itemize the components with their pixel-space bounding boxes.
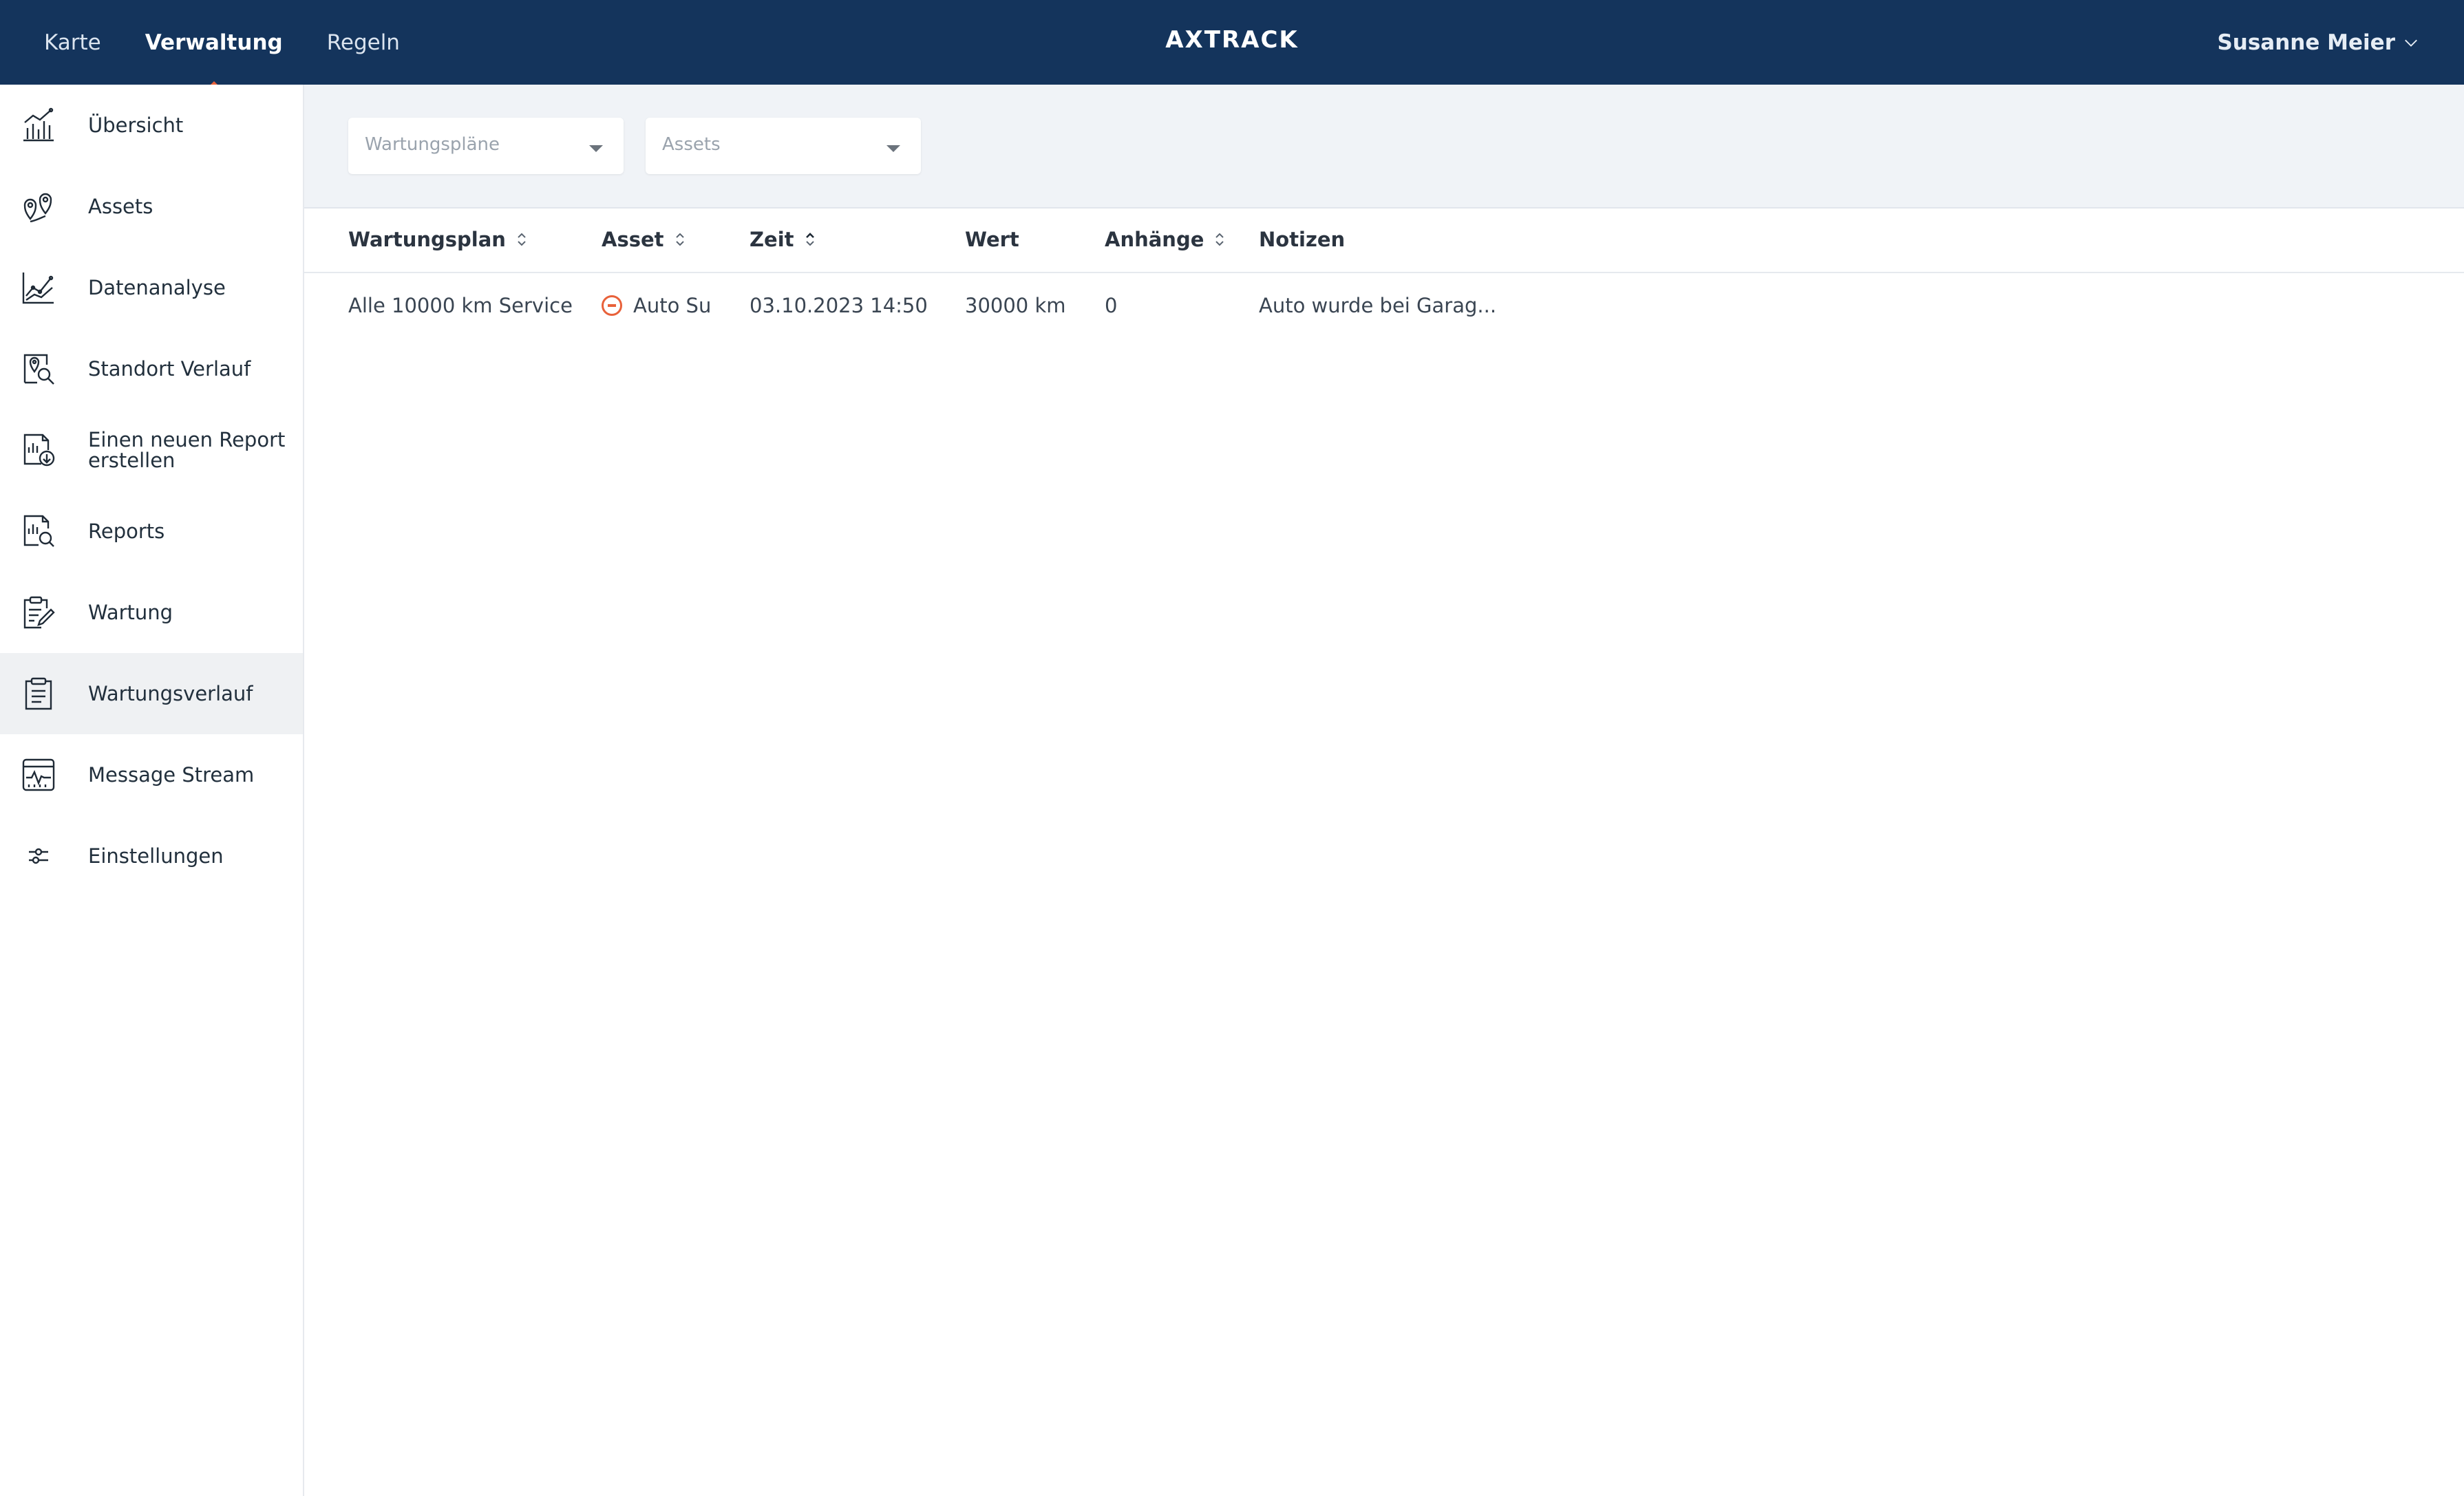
column-label: Asset [602, 228, 664, 251]
sidebar-item-wartungsverlauf[interactable]: Wartungsverlauf [0, 653, 303, 734]
cell-notes: Auto wurde bei Garag... [1259, 294, 1497, 317]
brand-suffix: TRACK [1204, 26, 1299, 54]
cell-attachments: 0 [1105, 294, 1118, 317]
nav-item-verwaltung[interactable]: Verwaltung [145, 30, 283, 55]
assets-placeholder: Assets [662, 134, 721, 155]
sidebar-item-label: Wartungsverlauf [88, 681, 253, 705]
column-header-zeit[interactable]: Zeit [750, 207, 816, 272]
clipboard-list-icon [25, 677, 52, 710]
sidebar-item-label: Standort Verlauf [88, 356, 251, 381]
cell-time: 03.10.2023 14:50 [750, 294, 928, 317]
caret-down-icon [589, 145, 603, 152]
assets-select[interactable]: Assets [646, 118, 921, 174]
nav-item-karte[interactable]: Karte [44, 30, 101, 55]
line-chart-icon [22, 273, 54, 304]
sidebar-item-uebersicht[interactable]: Übersicht [0, 85, 303, 166]
user-name: Susanne Meier [2217, 30, 2395, 55]
sidebar-item-label: Assets [88, 194, 153, 218]
report-download-icon [23, 434, 55, 467]
report-search-icon [23, 515, 54, 547]
cell-plan: Alle 10000 km Service [348, 294, 573, 317]
cell-value: 30000 km [965, 294, 1066, 317]
asset-name: Auto Su [633, 294, 712, 317]
sidebar-item-standort-verlauf[interactable]: Standort Verlauf [0, 328, 303, 409]
table-header: Wartungsplan Asset Zeit Wert Anhänge Not… [304, 207, 2464, 273]
sort-icon [1215, 233, 1224, 246]
nav-item-regeln[interactable]: Regeln [327, 30, 400, 55]
column-label: Notizen [1259, 228, 1346, 251]
sort-ascending-icon [805, 233, 814, 246]
sidebar-item-label: Message Stream [88, 762, 255, 787]
sliders-icon [29, 848, 48, 864]
sidebar-item-assets[interactable]: Assets [0, 166, 303, 247]
column-header-notizen: Notizen [1259, 207, 1345, 272]
sort-icon [675, 233, 684, 246]
sidebar: Übersicht Assets Datenanalyse Standort V… [0, 85, 304, 1496]
maintenance-plans-select[interactable]: Wartungspläne [348, 118, 624, 174]
sidebar-item-label: Datenanalyse [88, 275, 226, 299]
column-label: Wartungsplan [348, 228, 506, 251]
column-header-asset[interactable]: Asset [602, 207, 686, 272]
map-pins-icon [23, 193, 52, 223]
sidebar-item-einstellungen[interactable]: Einstellungen [0, 815, 303, 897]
cell-asset[interactable]: Auto Su [602, 273, 711, 338]
monitor-wave-icon [22, 758, 55, 791]
sidebar-item-reports[interactable]: Reports [0, 491, 303, 572]
caret-down-icon [886, 145, 900, 152]
column-header-wartungsplan[interactable]: Wartungsplan [348, 207, 528, 272]
user-menu[interactable]: Susanne Meier [2217, 0, 2419, 85]
sidebar-item-datenanalyse[interactable]: Datenanalyse [0, 247, 303, 328]
sidebar-item-label: Übersicht [88, 113, 184, 137]
main-nav: Karte Verwaltung Regeln [0, 0, 400, 85]
sidebar-item-label: Wartung [88, 600, 173, 624]
column-header-anhaenge[interactable]: Anhänge [1105, 207, 1226, 272]
bar-chart-icon [23, 107, 54, 142]
sidebar-item-message-stream[interactable]: Message Stream [0, 734, 303, 815]
maintenance-history-table: Wartungsplan Asset Zeit Wert Anhänge Not… [304, 207, 2464, 338]
sidebar-item-wartung[interactable]: Wartung [0, 572, 303, 653]
brand-logo[interactable]: AXTRACK [1165, 26, 1299, 54]
maintenance-plans-placeholder: Wartungspläne [365, 134, 500, 155]
sidebar-item-neuer-report[interactable]: Einen neuen Report erstellen [0, 409, 303, 491]
column-label: Wert [965, 228, 1019, 251]
chevron-down-icon [2405, 39, 2417, 47]
brand-prefix: A [1165, 26, 1185, 54]
brand-mark: X [1185, 26, 1204, 54]
column-label: Anhänge [1105, 228, 1204, 251]
sidebar-item-label: Einen neuen Report erstellen [88, 427, 286, 472]
sidebar-item-label: Einstellungen [88, 844, 224, 868]
column-label: Zeit [750, 228, 794, 251]
clipboard-edit-icon [23, 596, 55, 629]
asset-status-icon [602, 295, 622, 316]
sort-icon [518, 233, 526, 246]
sidebar-item-label: Reports [88, 519, 165, 543]
column-header-wert: Wert [965, 207, 1019, 272]
top-navigation-bar: Karte Verwaltung Regeln AXTRACK Susanne … [0, 0, 2464, 85]
location-search-icon [23, 354, 54, 385]
filter-bar: Wartungspläne Assets [304, 85, 2464, 209]
table-row[interactable]: Alle 10000 km Service Auto Su 03.10.2023… [304, 273, 2464, 338]
